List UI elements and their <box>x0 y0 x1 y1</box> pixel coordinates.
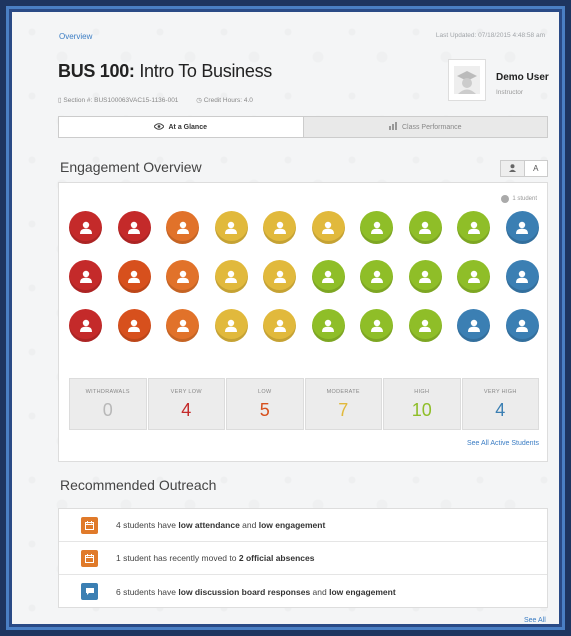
stat-label: Low <box>258 389 272 395</box>
outreach-text: 1 student has recently moved to 2 offici… <box>116 553 315 563</box>
student-avatar-icon[interactable] <box>69 211 102 244</box>
outreach-text: 6 students have low discussion board res… <box>116 586 396 597</box>
user-box[interactable]: Demo User Instructor <box>448 59 559 107</box>
toggle-letter-view[interactable]: A <box>523 161 547 176</box>
legend-key: 1 student <box>501 195 537 203</box>
section-number: ▯ Section #: BUS100063VAC15-1136-001 <box>58 97 179 104</box>
top-bar: Overview Last Updated: 07/18/2015 4:48:5… <box>59 32 545 46</box>
credit-hours: ◷ Credit Hours: 4.0 <box>196 97 253 104</box>
course-title: BUS 100: Intro To Business <box>58 61 272 82</box>
engagement-title: Engagement Overview <box>60 159 202 175</box>
student-avatar-icon[interactable] <box>214 309 248 342</box>
course-meta: ▯ Section #: BUS100063VAC15-1136-001 ◷ C… <box>58 96 269 104</box>
user-name: Demo User <box>496 72 549 83</box>
outreach-title: Recommended Outreach <box>60 477 217 493</box>
outreach-text: 4 students have low attendance and low e… <box>116 520 326 530</box>
stat-very-low[interactable]: Very Low 4 <box>147 378 225 430</box>
student-avatar-icon[interactable] <box>263 309 297 342</box>
student-avatar-icon[interactable] <box>360 260 394 293</box>
stat-label: Very High <box>483 389 517 395</box>
stat-value: 0 <box>102 400 113 420</box>
stat-moderate[interactable]: Moderate 7 <box>304 378 382 430</box>
tab-at-a-glance[interactable]: At a Glance <box>59 117 303 137</box>
student-row <box>69 309 539 358</box>
engagement-panel: 1 student Withdrawals 0 Very Low 4 Low 5 Moder… <box>58 182 548 462</box>
outreach-item[interactable]: 1 student has recently moved to 2 offici… <box>59 542 547 575</box>
student-avatar-icon[interactable] <box>166 309 200 342</box>
user-icon <box>508 163 516 174</box>
engagement-stats: Withdrawals 0 Very Low 4 Low 5 Moderate 7 High 10… <box>69 378 539 430</box>
outreach-item[interactable]: 6 students have low discussion board res… <box>59 575 547 608</box>
stat-value: 5 <box>259 400 270 420</box>
stat-label: High <box>414 389 430 395</box>
course-name: Intro To Business <box>139 61 272 81</box>
student-grid <box>69 211 539 358</box>
calendar-icon <box>81 549 98 567</box>
stat-label: Moderate <box>326 389 360 395</box>
outreach-item[interactable]: 4 students have low attendance and low e… <box>59 509 547 542</box>
student-avatar-icon[interactable] <box>166 260 200 293</box>
student-avatar-icon[interactable] <box>505 309 539 342</box>
student-avatar-icon[interactable] <box>263 211 297 244</box>
overview-link[interactable]: Overview <box>59 32 92 41</box>
student-avatar-icon[interactable] <box>457 260 491 293</box>
avatar <box>448 59 486 101</box>
user-role: Instructor <box>496 89 524 96</box>
student-avatar-icon[interactable] <box>117 309 151 342</box>
stat-high[interactable]: High 10 <box>383 378 461 430</box>
outreach-list: 4 students have low attendance and low e… <box>58 508 548 608</box>
student-row <box>69 211 539 260</box>
student-avatar-icon[interactable] <box>117 260 151 293</box>
student-avatar-icon[interactable] <box>311 211 345 244</box>
student-avatar-icon[interactable] <box>263 260 297 293</box>
stat-withdrawals[interactable]: Withdrawals 0 <box>69 378 147 430</box>
view-toggle: A <box>500 160 548 177</box>
stat-value: 4 <box>495 400 506 420</box>
toggle-user-view[interactable] <box>501 161 524 176</box>
course-code: BUS 100: <box>58 61 135 81</box>
student-avatar-icon[interactable] <box>408 211 442 244</box>
see-active-students-link[interactable]: See All Active Students <box>467 440 539 447</box>
student-avatar-icon[interactable] <box>505 260 539 293</box>
calendar-icon <box>81 516 98 534</box>
student-avatar-icon[interactable] <box>311 260 345 293</box>
window-frame: Overview Last Updated: 07/18/2015 4:48:5… <box>6 6 565 630</box>
student-avatar-icon[interactable] <box>214 260 248 293</box>
last-updated: Last Updated: 07/18/2015 4:48:58 am <box>435 32 545 39</box>
eye-icon <box>153 122 166 132</box>
see-all-link[interactable]: See All <box>524 617 546 624</box>
stat-very-high[interactable]: Very High 4 <box>461 378 539 430</box>
student-avatar-icon[interactable] <box>408 260 442 293</box>
view-tabs: At a Glance Class Performance <box>58 116 548 138</box>
stat-value: 7 <box>338 400 349 420</box>
stat-low[interactable]: Low 5 <box>226 378 304 430</box>
tab-class-performance[interactable]: Class Performance <box>302 117 548 137</box>
student-avatar-icon[interactable] <box>360 211 394 244</box>
student-avatar-icon[interactable] <box>457 211 491 244</box>
stat-value: 4 <box>181 400 192 420</box>
student-avatar-icon[interactable] <box>505 211 539 244</box>
student-row <box>69 260 539 309</box>
student-avatar-icon[interactable] <box>69 260 102 293</box>
student-avatar-icon[interactable] <box>311 309 345 342</box>
chat-icon <box>81 583 98 600</box>
bar-chart-icon <box>388 122 398 132</box>
stat-label: Withdrawals <box>85 389 130 395</box>
student-avatar-icon[interactable] <box>117 211 151 244</box>
student-avatar-icon[interactable] <box>214 211 248 244</box>
stat-value: 10 <box>411 400 432 420</box>
page: Overview Last Updated: 07/18/2015 4:48:5… <box>12 12 559 624</box>
stat-label: Very Low <box>170 389 202 395</box>
student-avatar-icon[interactable] <box>457 309 491 342</box>
student-avatar-icon[interactable] <box>69 309 102 342</box>
student-avatar-icon[interactable] <box>166 211 200 244</box>
student-avatar-icon[interactable] <box>360 309 394 342</box>
student-dot-icon <box>501 195 510 203</box>
student-avatar-icon[interactable] <box>408 309 442 342</box>
